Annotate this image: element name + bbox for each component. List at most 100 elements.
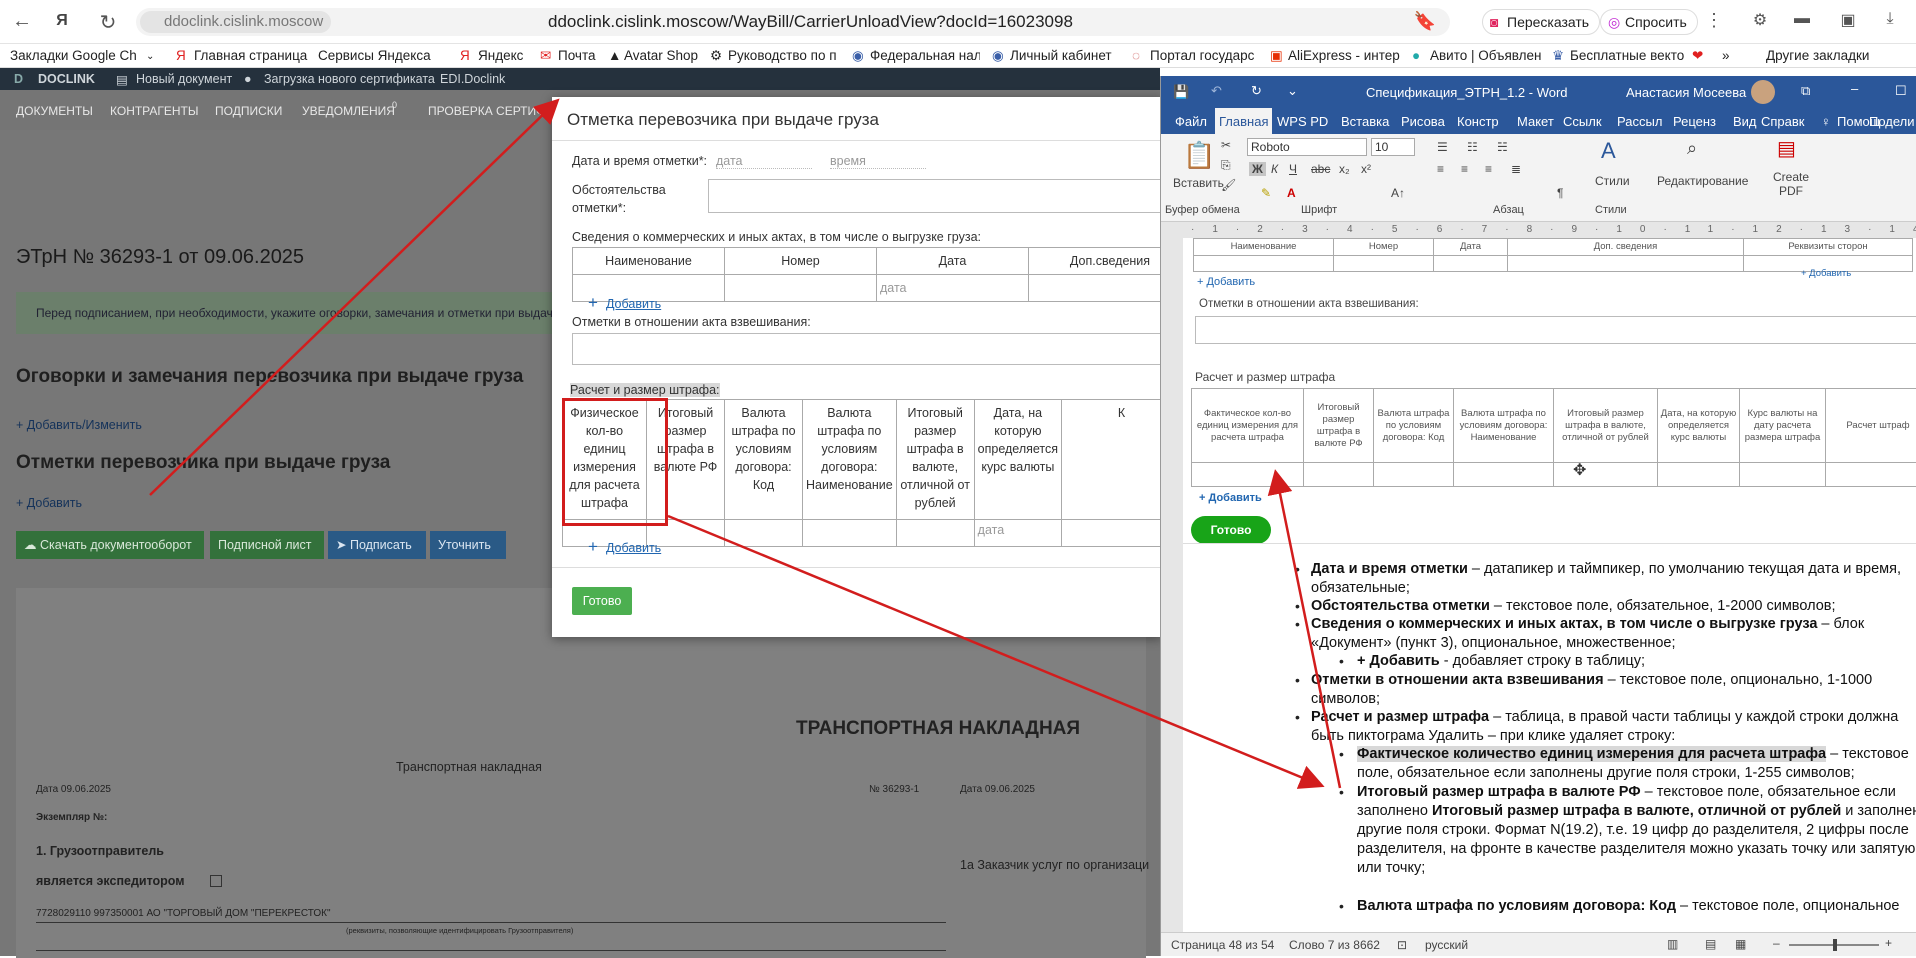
- add-change-link[interactable]: + Добавить/Изменить: [16, 418, 142, 432]
- rate-date-cell[interactable]: дата: [974, 520, 1061, 547]
- italic-icon[interactable]: К: [1271, 162, 1278, 176]
- menu-documents[interactable]: ДОКУМЕНТЫ: [16, 104, 93, 118]
- bookmark-item[interactable]: Avatar Shop: [624, 48, 698, 63]
- weigh-input[interactable]: [572, 333, 1162, 365]
- save-icon[interactable]: 💾: [1173, 84, 1189, 100]
- menu-counterparties[interactable]: КОНТРАГЕНТЫ: [110, 104, 199, 118]
- bookmark-item[interactable]: Авито | Объявлен: [1430, 48, 1546, 63]
- search-icon[interactable]: ⌕: [1687, 138, 1697, 159]
- bookmark-item[interactable]: Руководство по п: [728, 48, 838, 63]
- add-fine-link[interactable]: +Добавить: [588, 537, 661, 557]
- word-count[interactable]: Слово 7 из 8662: [1289, 938, 1380, 952]
- expeditor-checkbox[interactable]: [210, 875, 222, 887]
- add-act-link[interactable]: +Добавить: [588, 293, 661, 313]
- tab-file[interactable]: Файл: [1175, 114, 1207, 129]
- brand[interactable]: DOCLINK: [38, 72, 95, 86]
- download-button[interactable]: ☁ Скачать документооборот: [16, 531, 204, 559]
- bookmark-item[interactable]: Личный кабинет: [1010, 48, 1120, 63]
- cut-icon[interactable]: ✂: [1221, 138, 1231, 152]
- ask-button[interactable]: ◎Спросить: [1600, 9, 1698, 35]
- minimize-icon[interactable]: –: [1851, 81, 1858, 96]
- read-mode-icon[interactable]: ▥: [1667, 937, 1678, 951]
- tab-wps[interactable]: WPS PD: [1277, 114, 1328, 129]
- tab-layout[interactable]: Макет: [1517, 114, 1554, 129]
- bold-icon[interactable]: Ж: [1249, 162, 1266, 176]
- tab-mailings[interactable]: Рассыл: [1617, 114, 1662, 129]
- bookmark-item[interactable]: Яндекс: [478, 48, 523, 63]
- sign-list-button[interactable]: Подписной лист: [210, 531, 324, 559]
- page-count[interactable]: Страница 48 из 54: [1171, 938, 1274, 952]
- tab-share[interactable]: Подели: [1869, 114, 1915, 129]
- copy-icon[interactable]: ⎘: [1221, 158, 1231, 173]
- downloads-icon[interactable]: ⤓: [1878, 10, 1902, 28]
- avatar[interactable]: [1751, 80, 1775, 104]
- bookmark-icon[interactable]: 🔖: [1414, 11, 1436, 32]
- align-center-icon[interactable]: ≡: [1461, 162, 1468, 176]
- bullets-icon[interactable]: ☰: [1437, 140, 1448, 154]
- font-size-select[interactable]: 10: [1371, 138, 1415, 156]
- number-cell[interactable]: [725, 275, 877, 302]
- other-bookmarks[interactable]: Другие закладки: [1766, 48, 1869, 63]
- sign-button[interactable]: ➤ Подписать: [328, 531, 426, 559]
- extension-icon-2[interactable]: ▬: [1790, 10, 1814, 28]
- tab-help[interactable]: Справк: [1761, 114, 1804, 129]
- bookmark-item[interactable]: Портал государс: [1150, 48, 1262, 63]
- clarify-button[interactable]: Уточнить: [430, 531, 506, 559]
- align-right-icon[interactable]: ≡: [1485, 162, 1492, 176]
- fine-cell[interactable]: [803, 520, 897, 547]
- zoom-thumb[interactable]: [1833, 939, 1837, 951]
- multilevel-icon[interactable]: ☵: [1497, 140, 1508, 154]
- reload-icon[interactable]: ↻: [96, 10, 120, 35]
- edi-link[interactable]: EDI.Doclink: [440, 72, 505, 86]
- collections-icon[interactable]: ▣: [1836, 10, 1860, 30]
- align-left-icon[interactable]: ≡: [1437, 162, 1444, 176]
- new-doc-link[interactable]: Новый документ: [136, 72, 232, 86]
- bookmark-item[interactable]: Бесплатные векто: [1570, 48, 1686, 63]
- strike-icon[interactable]: abc: [1311, 162, 1330, 176]
- numbering-icon[interactable]: ☷: [1467, 140, 1478, 154]
- time-input[interactable]: время: [830, 154, 926, 169]
- grow-font-icon[interactable]: A↑: [1391, 186, 1405, 200]
- more-bookmarks-icon[interactable]: »: [1722, 48, 1730, 63]
- extension-icon[interactable]: ⚙: [1748, 10, 1772, 30]
- fine-cell[interactable]: [896, 520, 974, 547]
- domain-chip[interactable]: ddoclink.cislink.moscow: [140, 11, 331, 33]
- redo-icon[interactable]: ↻: [1251, 83, 1262, 99]
- format-painter-icon[interactable]: 🖌: [1221, 178, 1236, 192]
- styles-label[interactable]: Стили: [1595, 174, 1630, 188]
- add-mark-link[interactable]: + Добавить: [16, 496, 82, 510]
- styles-icon[interactable]: A: [1601, 138, 1616, 164]
- yandex-icon[interactable]: Я: [50, 12, 74, 30]
- bookmark-item[interactable]: Почта: [558, 48, 596, 63]
- tab-home[interactable]: Главная: [1215, 108, 1272, 134]
- paste-icon[interactable]: 📋: [1183, 140, 1215, 171]
- document-page[interactable]: Наименование Номер Дата Доп. сведения Ре…: [1183, 238, 1916, 932]
- ribbon-options-icon[interactable]: ⧉: [1801, 83, 1810, 99]
- proofing-icon[interactable]: ⊡: [1397, 938, 1407, 952]
- bookmark-item[interactable]: Закладки Google Ch: [10, 48, 137, 63]
- tab-view[interactable]: Вид: [1733, 114, 1757, 129]
- print-layout-icon[interactable]: ▤: [1705, 937, 1716, 951]
- date-cell[interactable]: дата: [877, 275, 1029, 302]
- tab-design[interactable]: Констр: [1457, 114, 1499, 129]
- load-cert-link[interactable]: Загрузка нового сертификата: [264, 72, 435, 86]
- subscript-icon[interactable]: x₂: [1339, 162, 1350, 176]
- create-pdf-label[interactable]: Create PDF: [1769, 170, 1813, 198]
- tab-references[interactable]: Ссылк: [1563, 114, 1602, 129]
- paste-label[interactable]: Вставить: [1173, 176, 1224, 190]
- horizontal-ruler[interactable]: ·1·2·3·4·5·6·7·8·9·10·11·12·13·14·15·16·…: [1161, 222, 1916, 238]
- retell-button[interactable]: ◙Пересказать: [1482, 9, 1600, 35]
- done-button[interactable]: Готово: [572, 587, 632, 615]
- bookmark-item[interactable]: Главная страница: [194, 48, 307, 63]
- tab-insert[interactable]: Вставка: [1341, 114, 1389, 129]
- tab-review[interactable]: Реценз: [1673, 114, 1716, 129]
- editing-label[interactable]: Редактирование: [1657, 174, 1748, 188]
- menu-notifications[interactable]: УВЕДОМЛЕНИЯ: [302, 104, 395, 118]
- maximize-icon[interactable]: ☐: [1895, 83, 1907, 99]
- more-icon[interactable]: ⋮: [1702, 10, 1726, 31]
- fine-cell[interactable]: [1062, 520, 1162, 547]
- justify-icon[interactable]: ≣: [1511, 162, 1521, 176]
- undo-icon[interactable]: ↶: [1211, 83, 1222, 99]
- zoom-out-icon[interactable]: –: [1773, 936, 1780, 950]
- pdf-icon[interactable]: ▤: [1777, 136, 1796, 161]
